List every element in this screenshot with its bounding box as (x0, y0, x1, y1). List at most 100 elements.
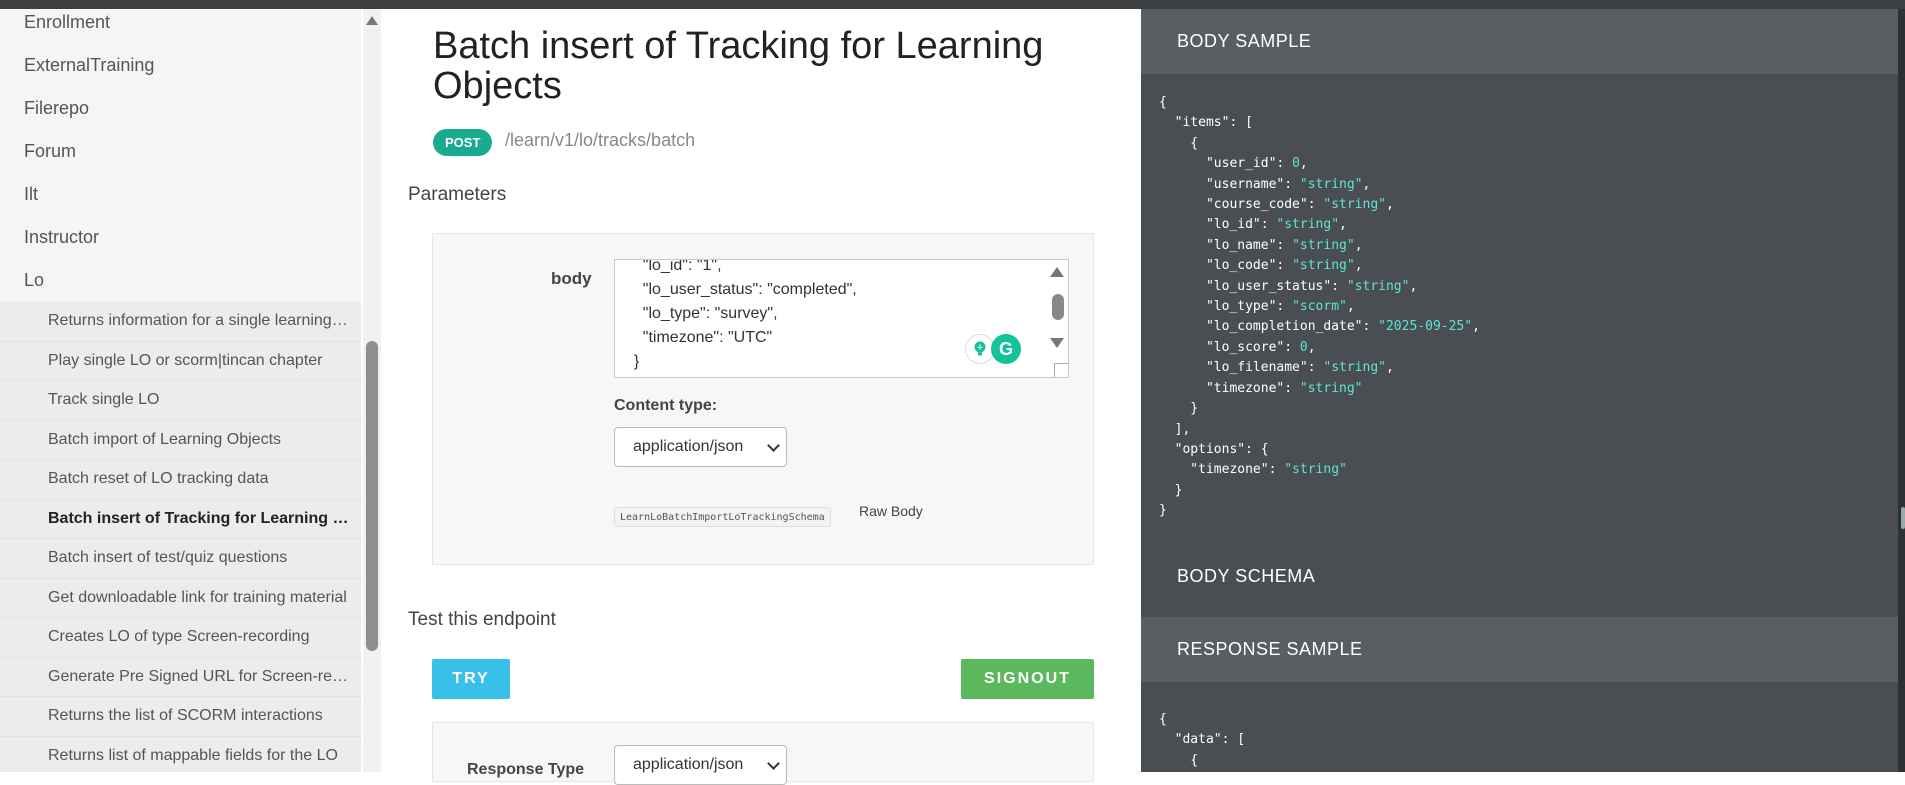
sidebar-item[interactable]: Returns list of mappable fields for the … (0, 736, 361, 772)
code-key: "user_id": (1159, 156, 1293, 172)
code-line: "lo_filename": "string", (1159, 358, 1480, 378)
code-line: "user_id": 0, (1159, 154, 1480, 174)
parameters-panel: body "lo_id": "1", "lo_user_status": "co… (432, 233, 1094, 565)
schema-tag[interactable]: LearnLoBatchImportLoTrackingSchema (614, 507, 831, 527)
sidebar-section-instructor[interactable]: Instructor (0, 216, 361, 259)
sidebar-item-label: Batch import of Learning Objects (48, 430, 282, 448)
code-punct: , (1307, 339, 1316, 355)
code-line: "lo_id": "string", (1159, 215, 1480, 235)
textarea-scroll-up-icon[interactable] (1050, 267, 1064, 277)
code-value: "string" (1276, 217, 1340, 233)
code-key: "username": (1159, 176, 1300, 192)
body-textarea[interactable]: "lo_id": "1", "lo_user_status": "complet… (614, 259, 1069, 378)
sidebar-item-label: Get downloadable link for training mater… (48, 588, 347, 606)
code-value: "string" (1292, 258, 1355, 274)
sidebar-item-label: Track single LO (48, 391, 160, 409)
page-title: Batch insert of Tracking for Learning Ob… (433, 25, 1044, 107)
code-line: { (1159, 752, 1199, 768)
sidebar-section-filerepo[interactable]: Filerepo (0, 87, 361, 130)
code-punct: , (1362, 176, 1371, 192)
grammarly-icon[interactable]: G (991, 334, 1021, 364)
sidebar-item[interactable]: Generate Pre Signed URL for Screen-recor… (0, 657, 361, 697)
sidebar-item[interactable]: Returns the list of SCORM interactions (0, 697, 361, 737)
body-textarea-line: "lo_type": "survey", (625, 305, 778, 322)
code-line: "items": [ (1159, 115, 1253, 131)
code-key: "timezone": (1159, 462, 1285, 478)
sidebar-item[interactable]: Track single LO (0, 381, 361, 421)
code-line: } (1159, 503, 1167, 519)
sidebar-item[interactable]: Batch insert of Tracking for Learning Ob… (0, 499, 361, 539)
response-type-select[interactable]: application/json (614, 745, 787, 785)
right-panel-scrollbar[interactable] (1898, 9, 1905, 772)
sidebar-item[interactable]: Play single LO or scorm|tincan chapter (0, 341, 361, 381)
scroll-up-arrow-icon[interactable] (366, 16, 378, 25)
code-key: "lo_score": (1159, 339, 1300, 355)
try-button[interactable]: TRY (432, 659, 510, 699)
sidebar-nav: Enrollment ExternalTraining Filerepo Forum I… (0, 9, 361, 772)
code-key: "lo_name": (1159, 237, 1293, 253)
sidebar-item[interactable]: Get downloadable link for training mater… (0, 578, 361, 618)
sidebar-item-label: Generate Pre Signed URL for Screen-recor… (48, 667, 350, 685)
content-type-select[interactable]: application/json (614, 427, 787, 467)
svg-text:+: + (976, 343, 984, 353)
sidebar-item-label: Batch insert of Tracking for Learning Ob… (48, 509, 350, 527)
response-sample-header[interactable]: RESPONSE SAMPLE (1141, 617, 1898, 682)
sidebar-item[interactable]: Returns information for a single learnin… (0, 302, 361, 342)
main-content: Batch insert of Tracking for Learning Ob… (381, 9, 1141, 785)
sidebar-item-label: Batch reset of LO tracking data (48, 470, 269, 488)
sidebar-scroll-thumb[interactable] (366, 341, 378, 651)
code-value: "2025-09-25" (1378, 319, 1473, 335)
code-line: "lo_score": 0, (1159, 338, 1480, 358)
raw-body-link[interactable]: Raw Body (859, 503, 923, 519)
code-punct: , (1409, 278, 1418, 294)
sidebar-section-externaltraining[interactable]: ExternalTraining (0, 44, 361, 87)
sidebar-item[interactable]: Batch insert of test/quiz questions (0, 539, 361, 579)
top-bar (0, 0, 1905, 9)
sidebar-section-lo[interactable]: Lo (0, 259, 361, 302)
sidebar-section-enrollment[interactable]: Enrollment (0, 9, 361, 44)
response-type-label: Response Type (467, 761, 585, 778)
body-textarea-content: "lo_id": "1", "lo_user_status": "complet… (625, 260, 857, 374)
code-value: "string" (1323, 360, 1386, 376)
sidebar-section-ilt[interactable]: Ilt (0, 173, 361, 216)
resize-handle-icon[interactable] (1054, 363, 1068, 377)
code-key: "lo_type": (1159, 299, 1293, 315)
code-value: 0 (1299, 339, 1308, 355)
content-type-value: application/json (633, 438, 744, 455)
code-line: "options": { (1159, 441, 1269, 457)
sidebar-list: Enrollment ExternalTraining Filerepo Forum I… (0, 9, 361, 772)
right-panel-scroll-thumb[interactable] (1901, 507, 1905, 529)
chevron-down-icon (767, 757, 780, 770)
code-line: } (1159, 482, 1183, 498)
code-line: "lo_name": "string", (1159, 236, 1480, 256)
body-sample-header[interactable]: BODY SAMPLE (1141, 9, 1898, 74)
code-key: "lo_code": (1159, 258, 1293, 274)
chevron-down-icon (767, 439, 780, 452)
body-label: body (551, 269, 592, 288)
code-line: "timezone": "string" (1159, 379, 1480, 399)
sidebar-section-forum[interactable]: Forum (0, 130, 361, 173)
test-endpoint-heading: Test this endpoint (408, 609, 556, 630)
code-value: "string" (1284, 462, 1347, 478)
textarea-scroll-down-icon[interactable] (1050, 338, 1064, 348)
body-sample-title: BODY SAMPLE (1177, 31, 1312, 51)
code-line: } (1159, 401, 1199, 417)
sidebar-item[interactable]: Creates LO of type Screen-recording (0, 618, 361, 658)
body-schema-title: BODY SCHEMA (1177, 566, 1316, 586)
body-schema-header[interactable]: BODY SCHEMA (1141, 544, 1898, 609)
method-badge: POST (433, 129, 493, 156)
response-sample-title: RESPONSE SAMPLE (1177, 639, 1363, 659)
sidebar-item-label: Creates LO of type Screen-recording (48, 628, 310, 646)
code-line: "timezone": "string" (1159, 460, 1480, 480)
sidebar-item[interactable]: Batch import of Learning Objects (0, 420, 361, 460)
sidebar-item[interactable]: Batch reset of LO tracking data (0, 460, 361, 500)
content-type-label: Content type: (614, 397, 718, 414)
signout-button[interactable]: SIGNOUT (961, 659, 1094, 699)
code-line: { (1159, 135, 1199, 151)
code-line: "lo_completion_date": "2025-09-25", (1159, 317, 1480, 337)
code-value: "string" (1299, 176, 1363, 192)
body-textarea-line: "lo_user_status": "completed", (625, 281, 857, 298)
textarea-scroll-thumb[interactable] (1052, 294, 1064, 320)
code-key: "lo_completion_date": (1159, 319, 1379, 335)
sidebar-item-label: Play single LO or scorm|tincan chapter (48, 351, 323, 369)
